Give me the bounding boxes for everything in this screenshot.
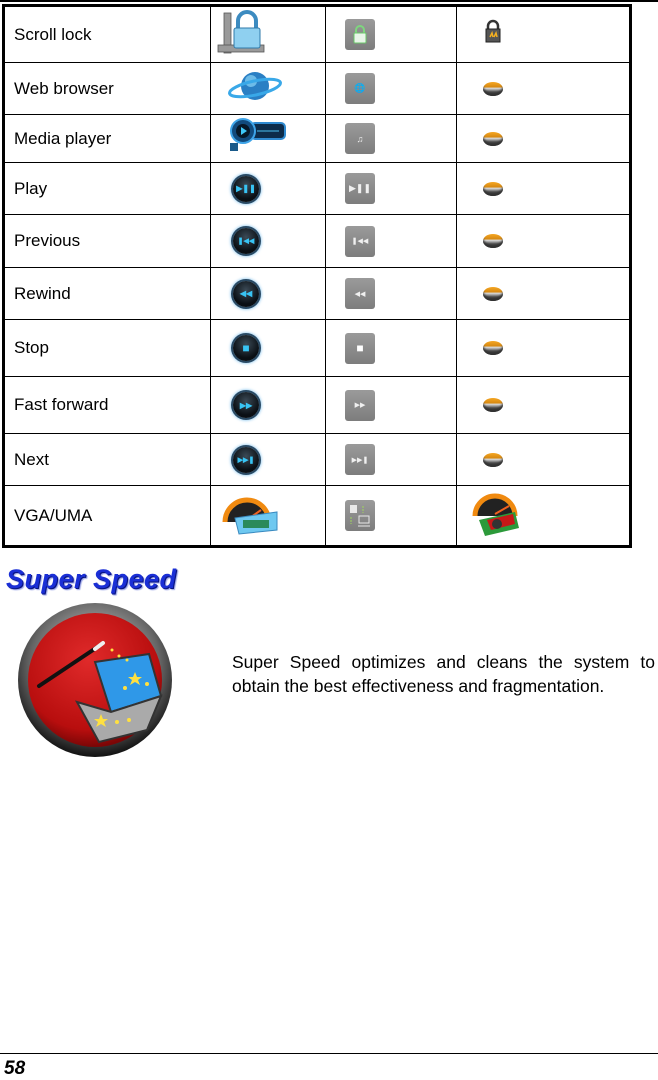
table-row: Stop ■ ■ (3, 319, 631, 377)
rewind-disk-icon (483, 286, 503, 301)
previous-disk-icon (483, 234, 503, 248)
row-label: Previous (3, 214, 211, 268)
next-gray-icon: ▶▶❚ (345, 444, 375, 475)
globe-disk-icon (483, 81, 503, 96)
next-disk-icon (483, 452, 503, 467)
rewind-gray-icon: ◀◀ (345, 278, 375, 309)
footer-rule (0, 1053, 658, 1054)
row-label: Media player (3, 114, 211, 163)
fast-forward-round-icon: ▶▶ (233, 392, 259, 418)
row-label: Play (3, 162, 211, 215)
lock-gray-icon (345, 19, 375, 50)
media-player-disk-icon (483, 131, 503, 146)
vga-speedometer-graphics-card-icon (457, 486, 629, 545)
hotkey-icon-table: Scroll lock Web browser 🌐 Media player ♫… (2, 4, 632, 548)
globe-color-icon (211, 67, 325, 110)
table-row: Previous ❚◀◀ ❚◀◀ (3, 214, 631, 268)
table-row: Next ▶▶❚ ▶▶❚ (3, 433, 631, 486)
vga-uma-gray-icon (345, 500, 375, 531)
row-label: Stop (3, 319, 211, 377)
row-label: VGA/UMA (3, 485, 211, 547)
page-number: 58 (4, 1058, 26, 1079)
table-row: Media player ♫ (3, 114, 631, 163)
table-row: VGA/UMA (3, 485, 631, 547)
table-row: Play ▶❚❚ ▶❚❚ (3, 162, 631, 215)
fast-forward-gray-icon: ▶▶ (345, 389, 375, 421)
play-pause-gray-icon: ▶❚❚ (345, 173, 375, 204)
previous-gray-icon: ❚◀◀ (345, 225, 375, 257)
play-pause-disk-icon (483, 181, 503, 196)
stop-round-icon: ■ (233, 335, 259, 361)
table-row: Scroll lock (3, 5, 631, 63)
play-pause-round-icon: ▶❚❚ (233, 175, 259, 202)
stop-gray-icon: ■ (345, 332, 375, 364)
row-label: Fast forward (3, 376, 211, 434)
globe-gray-icon: 🌐 (345, 73, 375, 104)
lock-disk-icon (457, 19, 629, 50)
table-row: Web browser 🌐 (3, 62, 631, 115)
row-label: Scroll lock (3, 5, 211, 63)
row-label: Next (3, 433, 211, 486)
table-row: Rewind ◀◀ ◀◀ (3, 267, 631, 320)
top-rule (0, 0, 658, 2)
vga-speedometer-color-icon (211, 488, 325, 543)
section-title: Super Speed (6, 564, 177, 594)
rewind-round-icon: ◀◀ (233, 280, 259, 307)
media-player-gray-icon: ♫ (345, 123, 375, 154)
fast-forward-disk-icon (483, 398, 503, 412)
previous-round-icon: ❚◀◀ (233, 228, 259, 254)
super-speed-magic-wand-laptop-icon (17, 602, 173, 758)
stop-disk-icon (483, 341, 503, 355)
table-row: Fast forward ▶▶ ▶▶ (3, 376, 631, 434)
row-label: Rewind (3, 267, 211, 320)
next-round-icon: ▶▶❚ (233, 446, 259, 473)
row-label: Web browser (3, 62, 211, 115)
media-player-color-icon (211, 115, 325, 162)
section-description: Super Speed optimizes and cleans the sys… (232, 652, 655, 696)
scroll-lock-color-icon (211, 7, 325, 62)
